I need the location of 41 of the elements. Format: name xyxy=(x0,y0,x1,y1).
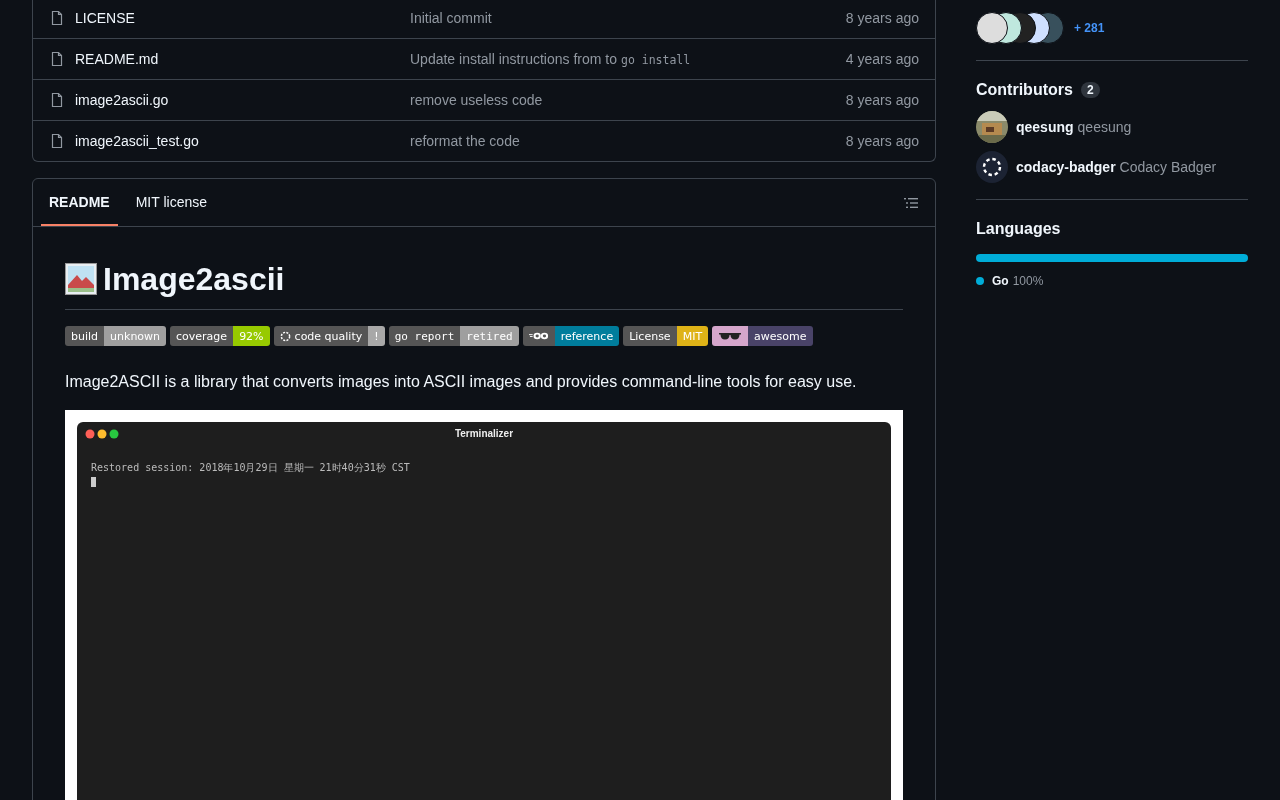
file-link[interactable]: image2ascii.go xyxy=(75,92,410,108)
contributor-avatar[interactable] xyxy=(976,151,1008,183)
commit-time: 4 years ago xyxy=(845,51,919,67)
section-heading[interactable]: Contributors xyxy=(976,81,1073,99)
count-badge: 2 xyxy=(1080,82,1100,98)
commit-message[interactable]: Update install instructions from to go install xyxy=(410,51,846,67)
file-link[interactable]: image2ascii_test.go xyxy=(75,133,410,149)
file-icon xyxy=(49,133,65,149)
sunglasses-icon xyxy=(718,331,743,341)
commit-time: 8 years ago xyxy=(845,9,919,26)
contributor-login[interactable]: qeesung xyxy=(1016,119,1074,135)
language-name[interactable]: Go xyxy=(992,274,1009,288)
commit-time: 8 years ago xyxy=(845,133,919,149)
terminal-output: Restored session: 2018年10月29日 星期一 21时40分31秒 CST xyxy=(91,461,411,475)
commit-time: 8 years ago xyxy=(845,92,919,108)
dashed-circle-icon xyxy=(279,330,291,342)
readme-tab[interactable]: README xyxy=(41,179,118,226)
file-link[interactable]: LICENSE xyxy=(75,9,410,26)
avatar-stack-drawing[interactable] xyxy=(976,12,1064,44)
commit-message[interactable]: remove useless code xyxy=(410,92,846,108)
framed-picture-icon xyxy=(65,263,97,295)
text-cursor xyxy=(91,477,96,487)
file-icon xyxy=(49,51,65,67)
file-icon xyxy=(49,9,65,26)
more-contributors-link[interactable]: + 281 xyxy=(1074,21,1105,35)
gopher-logo-icon xyxy=(528,331,549,341)
file-link[interactable]: README.md xyxy=(75,51,410,67)
contributor-name: qeesung xyxy=(1077,119,1132,135)
contributor-name: Codacy Badger xyxy=(1119,159,1217,175)
contributor-login[interactable]: codacy-badger xyxy=(1016,159,1116,175)
commit-message[interactable]: Initial commit xyxy=(410,9,846,26)
readme-paragraph: Image2ASCII is a library that converts images into ASCII images and provides command-line tools for easy use. xyxy=(65,372,858,392)
contributor-avatar[interactable] xyxy=(976,111,1008,143)
terminal-title: Terminalizer xyxy=(453,428,515,439)
file-icon xyxy=(49,92,65,108)
language-percent: 100% xyxy=(1012,274,1044,288)
readme-tab[interactable]: MIT license xyxy=(127,179,215,226)
section-heading: Languages xyxy=(976,220,1061,238)
readme-heading: Image2ascii xyxy=(103,260,285,299)
window-controls-icon xyxy=(85,428,119,439)
commit-message[interactable]: reformat the code xyxy=(410,133,846,149)
